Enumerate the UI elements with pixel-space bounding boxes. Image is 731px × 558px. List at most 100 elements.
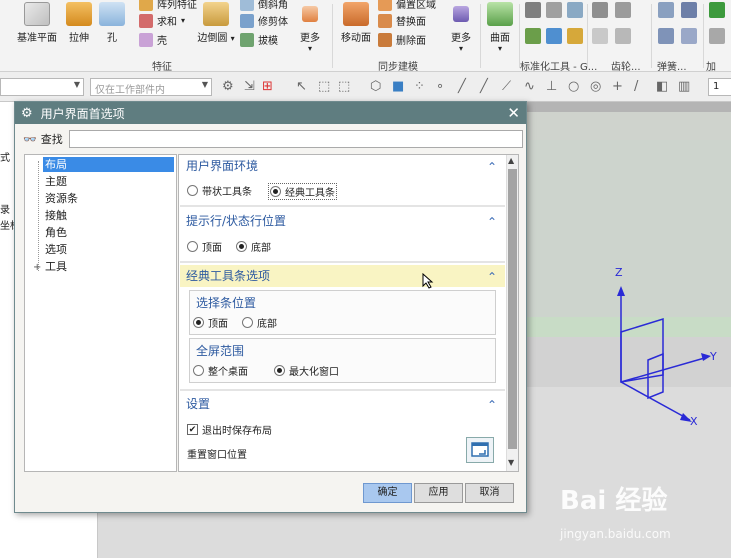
selbar-bottom-radio[interactable]: 底部 xyxy=(242,315,277,330)
std-tool-icon[interactable] xyxy=(546,28,562,44)
tree-item-resource-bar[interactable]: 资源条 xyxy=(43,191,174,206)
fullscreen-group: 全屏范围 整个桌面 最大化窗口 xyxy=(189,338,496,383)
std-tool-icon[interactable] xyxy=(567,28,583,44)
selbar-top-radio[interactable]: 顶面 xyxy=(193,315,228,330)
grid-icon[interactable]: ▥ xyxy=(678,80,690,94)
slash-icon[interactable]: / xyxy=(634,80,638,94)
ui-env-section-header[interactable]: 用户界面环境 ⌃ xyxy=(180,155,505,177)
scrollbar[interactable]: ▲ ▼ xyxy=(506,155,518,471)
prompt-top-radio[interactable]: 顶面 xyxy=(187,239,222,254)
tree-item-touch[interactable]: 接触 xyxy=(43,208,174,223)
unite-button[interactable]: 求和 ▾ xyxy=(139,13,185,28)
line-icon[interactable]: ╱ xyxy=(480,80,488,94)
dialog-titlebar[interactable]: ⚙ 用户界面首选项 ✕ xyxy=(15,102,526,124)
filter-dropdown[interactable]: ▼ xyxy=(0,78,84,96)
classic-toolbar-radio[interactable]: 经典工具条 xyxy=(268,183,337,200)
spring-tool-icon[interactable] xyxy=(681,28,697,44)
offset-region-button[interactable]: 偏置区域 xyxy=(378,0,436,11)
gear-tool-icon[interactable] xyxy=(592,28,608,44)
shaded-icon[interactable]: ⬡ xyxy=(370,80,381,94)
gear-tool-icon[interactable] xyxy=(615,2,631,18)
gear-tool-icon[interactable] xyxy=(615,28,631,44)
find-input[interactable] xyxy=(68,130,523,148)
tree-item-tools[interactable]: 工具 xyxy=(43,259,174,274)
radio-circle xyxy=(242,317,253,328)
extrude-button[interactable]: 拉伸 xyxy=(62,2,96,44)
face-icon[interactable]: ◧ xyxy=(656,80,668,94)
trim-body-button[interactable]: 修剪体 xyxy=(240,13,288,28)
scroll-down-icon[interactable]: ▼ xyxy=(508,458,514,467)
prompt-section-header[interactable]: 提示行/状态行位置 ⌃ xyxy=(180,210,505,232)
reset-window-button[interactable] xyxy=(466,437,494,463)
chamfer-button[interactable]: 倒斜角 xyxy=(240,0,288,11)
close-button[interactable]: ✕ xyxy=(507,104,520,122)
gear-tool-icon[interactable] xyxy=(592,2,608,18)
edge-blend-button[interactable]: 边倒圆 ▾ xyxy=(196,2,236,44)
surface-icon xyxy=(487,2,513,26)
intersect-icon[interactable]: ⊥ xyxy=(546,80,557,94)
scrollbar-thumb[interactable] xyxy=(508,169,517,449)
collapse-icon[interactable]: ⌃ xyxy=(487,211,497,233)
save-on-exit-checkbox[interactable]: ✔ 退出时保存布局 xyxy=(187,422,272,437)
trim-body-label: 修剪体 xyxy=(258,17,288,28)
expand-icon[interactable]: + xyxy=(33,262,41,273)
spring-tool-icon[interactable] xyxy=(681,2,697,18)
tree-item-roles[interactable]: 角色 xyxy=(43,225,174,240)
sync-more-button[interactable]: 更多 ▾ xyxy=(448,2,474,53)
std-tool-icon[interactable] xyxy=(567,2,583,18)
select-icon[interactable]: ⇲ xyxy=(244,80,255,94)
datum-plane-label: 基准平面 xyxy=(17,33,57,44)
feature-more-button[interactable]: 更多 ▾ xyxy=(296,2,324,53)
replace-face-button[interactable]: 替换面 xyxy=(378,13,426,28)
line-icon[interactable]: ╱ xyxy=(458,80,466,94)
layer-field[interactable]: 1 xyxy=(708,78,731,96)
tree-item-layout[interactable]: 布局 xyxy=(43,157,174,172)
prompt-bottom-radio[interactable]: 底部 xyxy=(236,239,271,254)
surface-button[interactable]: 曲面 ▾ xyxy=(484,2,516,53)
tangent-icon[interactable]: ⟋ xyxy=(502,80,511,94)
tree-item-theme[interactable]: 主题 xyxy=(43,174,174,189)
std-tool-icon[interactable] xyxy=(546,2,562,18)
apply-button[interactable]: 应用 xyxy=(414,483,463,503)
cross-icon[interactable]: + xyxy=(612,80,623,94)
spring-tool-icon[interactable] xyxy=(658,28,674,44)
scroll-up-icon[interactable]: ▲ xyxy=(508,156,514,165)
spring-tool-icon[interactable] xyxy=(658,2,674,18)
snap-icon[interactable]: ⚙ xyxy=(222,80,234,94)
sync-more-label: 更多 xyxy=(451,33,471,44)
ok-button[interactable]: 确定 xyxy=(363,483,412,503)
vertex-icon[interactable]: ∘ xyxy=(436,80,444,94)
cursor-icon[interactable]: ↖ xyxy=(296,80,307,94)
check-icon[interactable] xyxy=(709,2,725,18)
scope-dropdown-value: 仅在工作部件内 xyxy=(95,85,165,96)
std-tool-icon[interactable] xyxy=(525,28,541,44)
datum-plane-button[interactable]: 基准平面 xyxy=(14,2,60,44)
hole-button[interactable]: 孔 xyxy=(98,2,126,44)
draft-button[interactable]: 拔模 xyxy=(240,32,278,47)
rect-select-icon[interactable]: ⬚ xyxy=(338,80,350,94)
std-tool-icon[interactable] xyxy=(525,2,541,18)
add-select-icon[interactable]: ⊞ xyxy=(262,80,273,94)
move-face-button[interactable]: 移动面 xyxy=(338,2,374,44)
shell-button[interactable]: 壳 xyxy=(139,32,167,47)
fullscreen-maximized-radio[interactable]: 最大化窗口 xyxy=(274,363,339,378)
ribbon-toolbar-radio[interactable]: 带状工具条 xyxy=(187,183,252,198)
collapse-icon[interactable]: ⌃ xyxy=(487,394,497,416)
solid-icon[interactable]: ■ xyxy=(392,80,404,94)
machining-icon[interactable] xyxy=(709,28,725,44)
curve-icon[interactable]: ∿ xyxy=(524,80,535,94)
classic-options-section-header[interactable]: 经典工具条选项 ⌃ xyxy=(180,265,505,287)
center-icon[interactable]: ◎ xyxy=(590,80,601,94)
scope-dropdown[interactable]: 仅在工作部件内 ▼ xyxy=(90,78,212,96)
cancel-button[interactable]: 取消 xyxy=(465,483,514,503)
circle-icon[interactable]: ○ xyxy=(568,80,579,94)
tree-item-options[interactable]: 选项 xyxy=(43,242,174,257)
points-icon[interactable]: ⁘ xyxy=(414,80,425,94)
pattern-feature-button[interactable]: 阵列特征 xyxy=(139,0,197,11)
settings-section-header[interactable]: 设置 ⌃ xyxy=(180,393,505,415)
collapse-icon[interactable]: ⌃ xyxy=(487,266,497,288)
fullscreen-desktop-radio[interactable]: 整个桌面 xyxy=(193,363,248,378)
collapse-icon[interactable]: ⌃ xyxy=(487,156,497,178)
delete-face-button[interactable]: 删除面 xyxy=(378,32,426,47)
select-all-icon[interactable]: ⬚ xyxy=(318,80,330,94)
